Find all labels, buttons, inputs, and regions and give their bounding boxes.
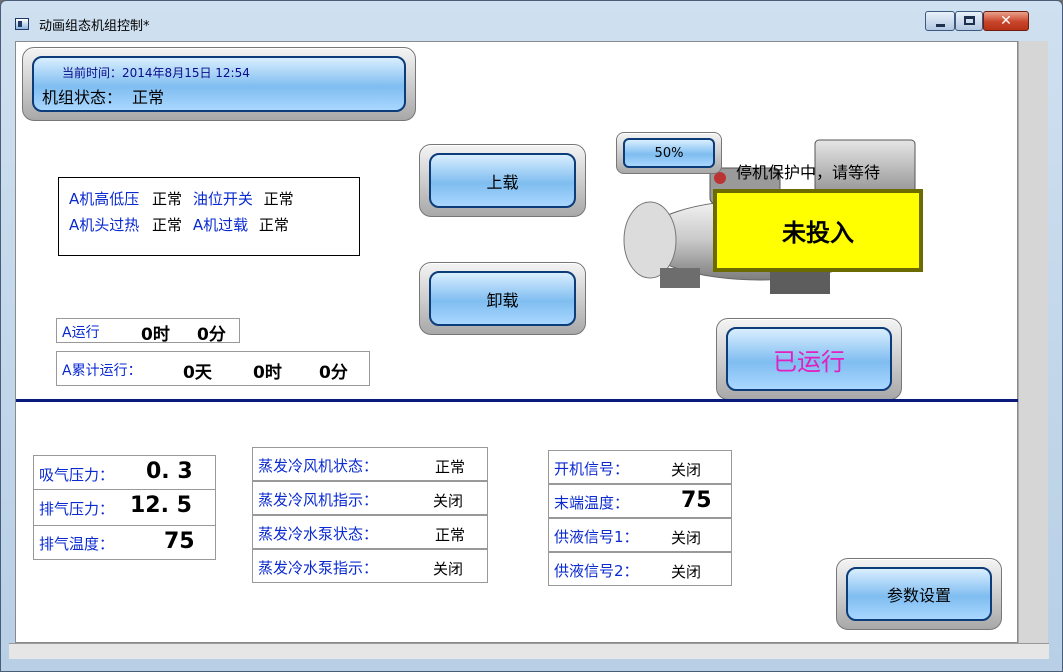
load-percent-face[interactable]: 50%	[623, 138, 715, 168]
discharge-pressure-label: 排气压力：	[39, 500, 115, 518]
evap-row: 蒸发冷水泵指示： 关闭	[252, 549, 488, 583]
evap-value: 正常	[435, 526, 466, 544]
load-button-face[interactable]: 上载	[429, 153, 576, 208]
pressure-temperature-panel: 吸气压力： 0. 3 排气压力： 12. 5 排气温度： 75	[33, 455, 216, 560]
discharge-pressure: 排气压力： 12. 5	[34, 490, 215, 526]
alarm-value: 正常	[258, 216, 289, 234]
signal-value: 关闭	[671, 563, 702, 581]
discharge-temperature-label: 排气温度：	[39, 535, 115, 553]
minimize-button[interactable]	[925, 11, 955, 31]
load-percent-button[interactable]: 50%	[616, 132, 722, 174]
terminal-temperature-value: 75	[681, 488, 712, 513]
unit-status-value: 正常	[132, 88, 165, 107]
minimize-icon	[936, 24, 945, 27]
time-status-panel: 当前时间：2014年8月15日 12:54 机组状态： 正常	[22, 47, 416, 121]
load-button[interactable]: 上载	[419, 144, 586, 217]
evap-row: 蒸发冷风机状态： 正常	[252, 447, 488, 481]
tank-end-cap	[623, 201, 677, 279]
app-icon	[15, 18, 29, 30]
evap-label: 蒸发冷风机指示：	[258, 491, 379, 509]
signal-row: 供液信号2： 关闭	[548, 552, 732, 586]
signal-row: 供液信号1： 关闭	[548, 518, 732, 552]
evaporative-cooler-panel: 蒸发冷风机状态： 正常 蒸发冷风机指示： 关闭 蒸发冷水泵状态： 正常 蒸发冷水…	[252, 447, 488, 583]
signal-label: 末端温度：	[554, 494, 630, 512]
evap-value: 正常	[435, 458, 466, 476]
not-invested-indicator: 未投入	[713, 189, 923, 272]
evap-value: 关闭	[433, 492, 464, 510]
total-run-hours: 0时	[253, 363, 282, 383]
unload-button[interactable]: 卸载	[419, 262, 586, 335]
alarm-label: A机高低压	[69, 190, 140, 208]
load-percent-label: 50%	[654, 145, 684, 161]
evap-row: 蒸发冷风机指示： 关闭	[252, 481, 488, 515]
window-title: 动画组态机组控制*	[39, 19, 150, 34]
alarm-value: 正常	[263, 190, 294, 208]
alarm-label: 油位开关	[192, 190, 253, 208]
close-button[interactable]: ✕	[983, 11, 1029, 31]
running-button-label: 已运行	[773, 347, 845, 376]
alarm-status-box: A机高低压 正常 油位开关 正常 A机头过热 正常 A机过载 正常	[58, 177, 360, 256]
evap-label: 蒸发冷风机状态：	[258, 457, 379, 475]
run-time-label: A运行	[62, 325, 100, 341]
total-run-label: A累计运行：	[62, 363, 142, 379]
current-time-label: 当前时间：	[62, 66, 123, 80]
parameter-settings-label: 参数设置	[886, 586, 951, 605]
maximize-icon	[964, 16, 975, 25]
run-hours: 0时	[141, 325, 170, 345]
unload-button-face[interactable]: 卸载	[429, 271, 576, 326]
window-bottom-frame	[9, 643, 1049, 659]
alarm-label: A机头过热	[69, 216, 140, 234]
total-run-days: 0天	[183, 363, 212, 383]
current-time: 当前时间：2014年8月15日 12:54	[62, 64, 250, 81]
total-run-minutes: 0分	[319, 363, 348, 383]
running-button-face[interactable]: 已运行	[726, 327, 892, 391]
unit-status: 机组状态： 正常	[42, 84, 164, 108]
signal-label: 供液信号2：	[554, 562, 639, 580]
run-minutes: 0分	[197, 325, 226, 345]
evap-value: 关闭	[433, 560, 464, 578]
hmi-canvas: 当前时间：2014年8月15日 12:54 机组状态： 正常 A机高低压 正常 油…	[15, 41, 1018, 643]
suction-pressure-value: 0. 3	[146, 459, 193, 484]
signal-label: 开机信号：	[554, 460, 630, 478]
total-run-time-box: A累计运行： 0天 0时 0分	[56, 351, 370, 386]
signal-value: 关闭	[671, 461, 702, 479]
signal-panel: 开机信号： 关闭 末端温度： 75 供液信号1： 关闭 供液信号2： 关闭	[548, 450, 732, 586]
running-button[interactable]: 已运行	[716, 318, 902, 400]
alarm-value: 正常	[152, 190, 183, 208]
compressor-foot	[660, 268, 700, 288]
discharge-temperature-value: 75	[164, 529, 195, 554]
app-window: 动画组态机组控制* ✕ 当前时间：2014年8月15日 12:54 机组状态： 正…	[0, 0, 1063, 672]
evap-label: 蒸发冷水泵指示：	[258, 559, 379, 577]
alarm-value: 正常	[152, 216, 183, 234]
parameter-settings-face[interactable]: 参数设置	[846, 567, 992, 621]
parameter-settings-button[interactable]: 参数设置	[836, 558, 1002, 630]
suction-pressure-label: 吸气压力：	[39, 466, 115, 484]
evap-label: 蒸发冷水泵状态：	[258, 525, 379, 543]
unit-status-label: 机组状态：	[42, 88, 123, 107]
unload-button-label: 卸载	[486, 290, 519, 310]
load-button-label: 上载	[486, 172, 519, 192]
alarm-label: A机过载	[192, 216, 249, 234]
evap-row: 蒸发冷水泵状态： 正常	[252, 515, 488, 549]
alarm-row: A机高低压 正常 油位开关 正常	[69, 188, 294, 209]
stop-protection-text: 停机保护中，请等待	[736, 163, 881, 182]
maximize-button[interactable]	[955, 11, 983, 31]
signal-row: 末端温度： 75	[548, 484, 732, 518]
close-icon: ✕	[1000, 13, 1012, 29]
discharge-pressure-value: 12. 5	[130, 493, 192, 518]
signal-value: 关闭	[671, 529, 702, 547]
run-time-box: A运行 0时 0分	[56, 318, 240, 345]
current-time-value: 2014年8月15日 12:54	[122, 66, 250, 80]
time-status-inner: 当前时间：2014年8月15日 12:54 机组状态： 正常	[32, 56, 406, 112]
signal-row: 开机信号： 关闭	[548, 450, 732, 484]
window-right-frame	[1018, 41, 1048, 643]
alarm-row: A机头过热 正常 A机过载 正常	[69, 214, 289, 235]
section-divider	[16, 399, 1018, 402]
pipe-fitting	[714, 172, 726, 184]
title-bar[interactable]: 动画组态机组控制* ✕	[1, 1, 1062, 41]
discharge-temperature: 排气温度： 75	[34, 526, 215, 559]
suction-pressure: 吸气压力： 0. 3	[34, 456, 215, 490]
signal-label: 供液信号1：	[554, 528, 639, 546]
